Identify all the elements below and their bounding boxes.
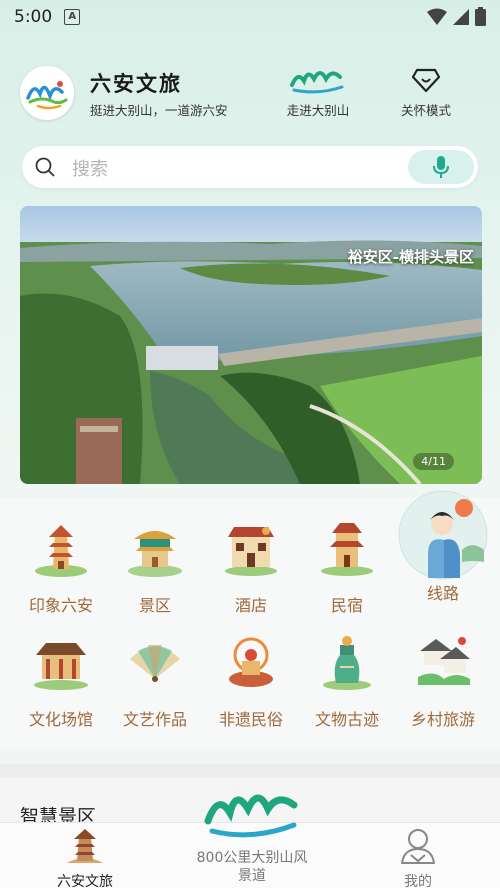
luan-logo-icon — [20, 66, 74, 120]
status-time: 5:00 — [14, 7, 53, 27]
banner-carousel[interactable]: 裕安区-横排头景区 4/11 — [20, 206, 482, 484]
tab-me-label: 我的 — [404, 874, 432, 888]
search-input[interactable]: 搜索 — [72, 155, 108, 181]
header: 六安文旅 挺进大别山，一道游六安 走进大别山 关怀模式 — [20, 64, 480, 122]
homestay-icon — [321, 523, 373, 576]
category-grid: 印象六安 景区 酒店 民宿 线路 文化场馆 文艺作品 非遗民俗 文物古迹 乡村旅… — [0, 490, 500, 748]
care-mode-label: 关怀模式 — [400, 103, 451, 118]
grid-item-impression[interactable]: 印象六安 — [16, 518, 106, 616]
village-icon — [418, 637, 470, 685]
guide-avatar-icon — [398, 490, 488, 580]
search-bar[interactable]: 搜索 — [22, 146, 478, 188]
tab-scenic-road-label: 800公里大别山风景道 — [196, 850, 308, 884]
grid-item-scenic[interactable]: 景区 — [110, 518, 200, 616]
tab-scenic-road[interactable]: 800公里大别山风景道 — [190, 785, 314, 885]
battery-icon — [475, 7, 486, 26]
banner-caption: 裕安区-横排头景区 — [347, 248, 474, 266]
user-icon — [401, 829, 435, 864]
grid-label: 文艺作品 — [122, 710, 187, 729]
grid-label: 非遗民俗 — [218, 710, 283, 729]
pavilion-icon — [128, 531, 182, 577]
brand-title: 六安文旅 — [90, 71, 182, 96]
grid-item-folk-heritage[interactable]: 非遗民俗 — [206, 632, 296, 730]
tab-home[interactable]: 六安文旅 — [40, 827, 130, 888]
grid-item-routes[interactable]: 线路 — [398, 490, 488, 604]
grid-item-hotel[interactable]: 酒店 — [206, 518, 296, 616]
banner-page-indicator: 4/11 — [413, 453, 454, 470]
dabieshan-tab-icon — [204, 794, 298, 838]
grid-item-rural-tourism[interactable]: 乡村旅游 — [398, 632, 488, 730]
wifi-icon — [427, 8, 447, 25]
microphone-icon — [433, 156, 449, 178]
grid-label: 景区 — [138, 596, 171, 615]
grid-label: 酒店 — [234, 596, 267, 615]
hotel-icon — [225, 527, 277, 576]
museum-icon — [34, 643, 88, 690]
enter-dabieshan-label: 走进大别山 — [286, 103, 350, 118]
bottom-tab-bar: 六安文旅 800公里大别山风景道 我的 — [0, 794, 500, 888]
grid-item-relics[interactable]: 文物古迹 — [302, 632, 392, 730]
grid-item-culture-venue[interactable]: 文化场馆 — [16, 632, 106, 730]
relic-icon — [323, 636, 371, 690]
app-logo[interactable] — [20, 66, 74, 120]
grid-label: 印象六安 — [28, 596, 93, 615]
fan-icon — [130, 645, 180, 682]
status-bar: 5:00 A — [0, 0, 500, 34]
signal-icon — [453, 8, 469, 25]
search-icon — [35, 157, 55, 177]
grid-label: 乡村旅游 — [410, 710, 475, 729]
voice-search-button[interactable] — [408, 150, 474, 184]
brand-slogan: 挺进大别山，一道游六安 — [90, 103, 228, 118]
diamond-care-icon — [411, 68, 441, 93]
grid-label: 民宿 — [330, 596, 363, 615]
folk-icon — [229, 637, 273, 687]
grid-item-art-works[interactable]: 文艺作品 — [110, 632, 200, 730]
enter-dabieshan-link[interactable]: 走进大别山 — [278, 64, 358, 119]
notification-a-icon: A — [64, 9, 81, 25]
tab-home-label: 六安文旅 — [57, 874, 113, 888]
tab-me[interactable]: 我的 — [378, 827, 458, 888]
grid-label: 文物古迹 — [314, 710, 379, 729]
grid-item-homestay[interactable]: 民宿 — [302, 518, 392, 616]
dabieshan-logo-icon — [290, 71, 344, 94]
care-mode-link[interactable]: 关怀模式 — [386, 64, 466, 119]
section-divider — [0, 764, 500, 778]
status-icons — [427, 7, 486, 26]
pagoda-icon — [35, 525, 87, 577]
grid-label: 文化场馆 — [28, 710, 93, 729]
pagoda-tab-icon — [67, 829, 103, 863]
grid-label: 线路 — [426, 584, 459, 603]
